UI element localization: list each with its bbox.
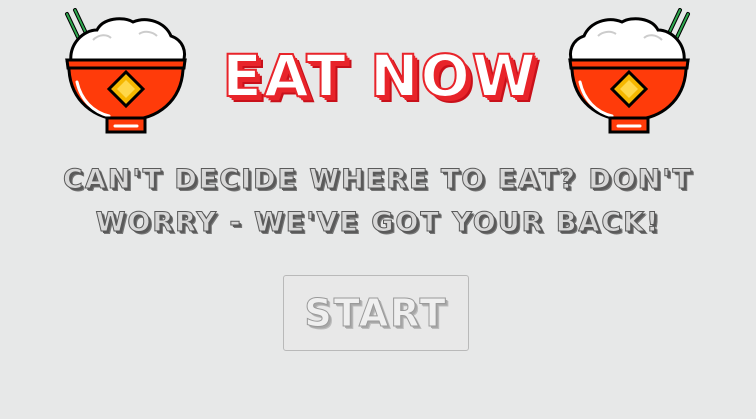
tagline: CAN'T DECIDE WHERE TO EAT? DON'T WORRY -… [63, 164, 693, 239]
page-title: EAT NOW [221, 41, 538, 111]
start-button-label: START [304, 291, 448, 336]
header: EAT NOW [0, 8, 756, 140]
start-button[interactable]: START [283, 275, 469, 351]
rice-bowl-icon [566, 8, 692, 140]
rice-bowl-icon [63, 8, 189, 140]
